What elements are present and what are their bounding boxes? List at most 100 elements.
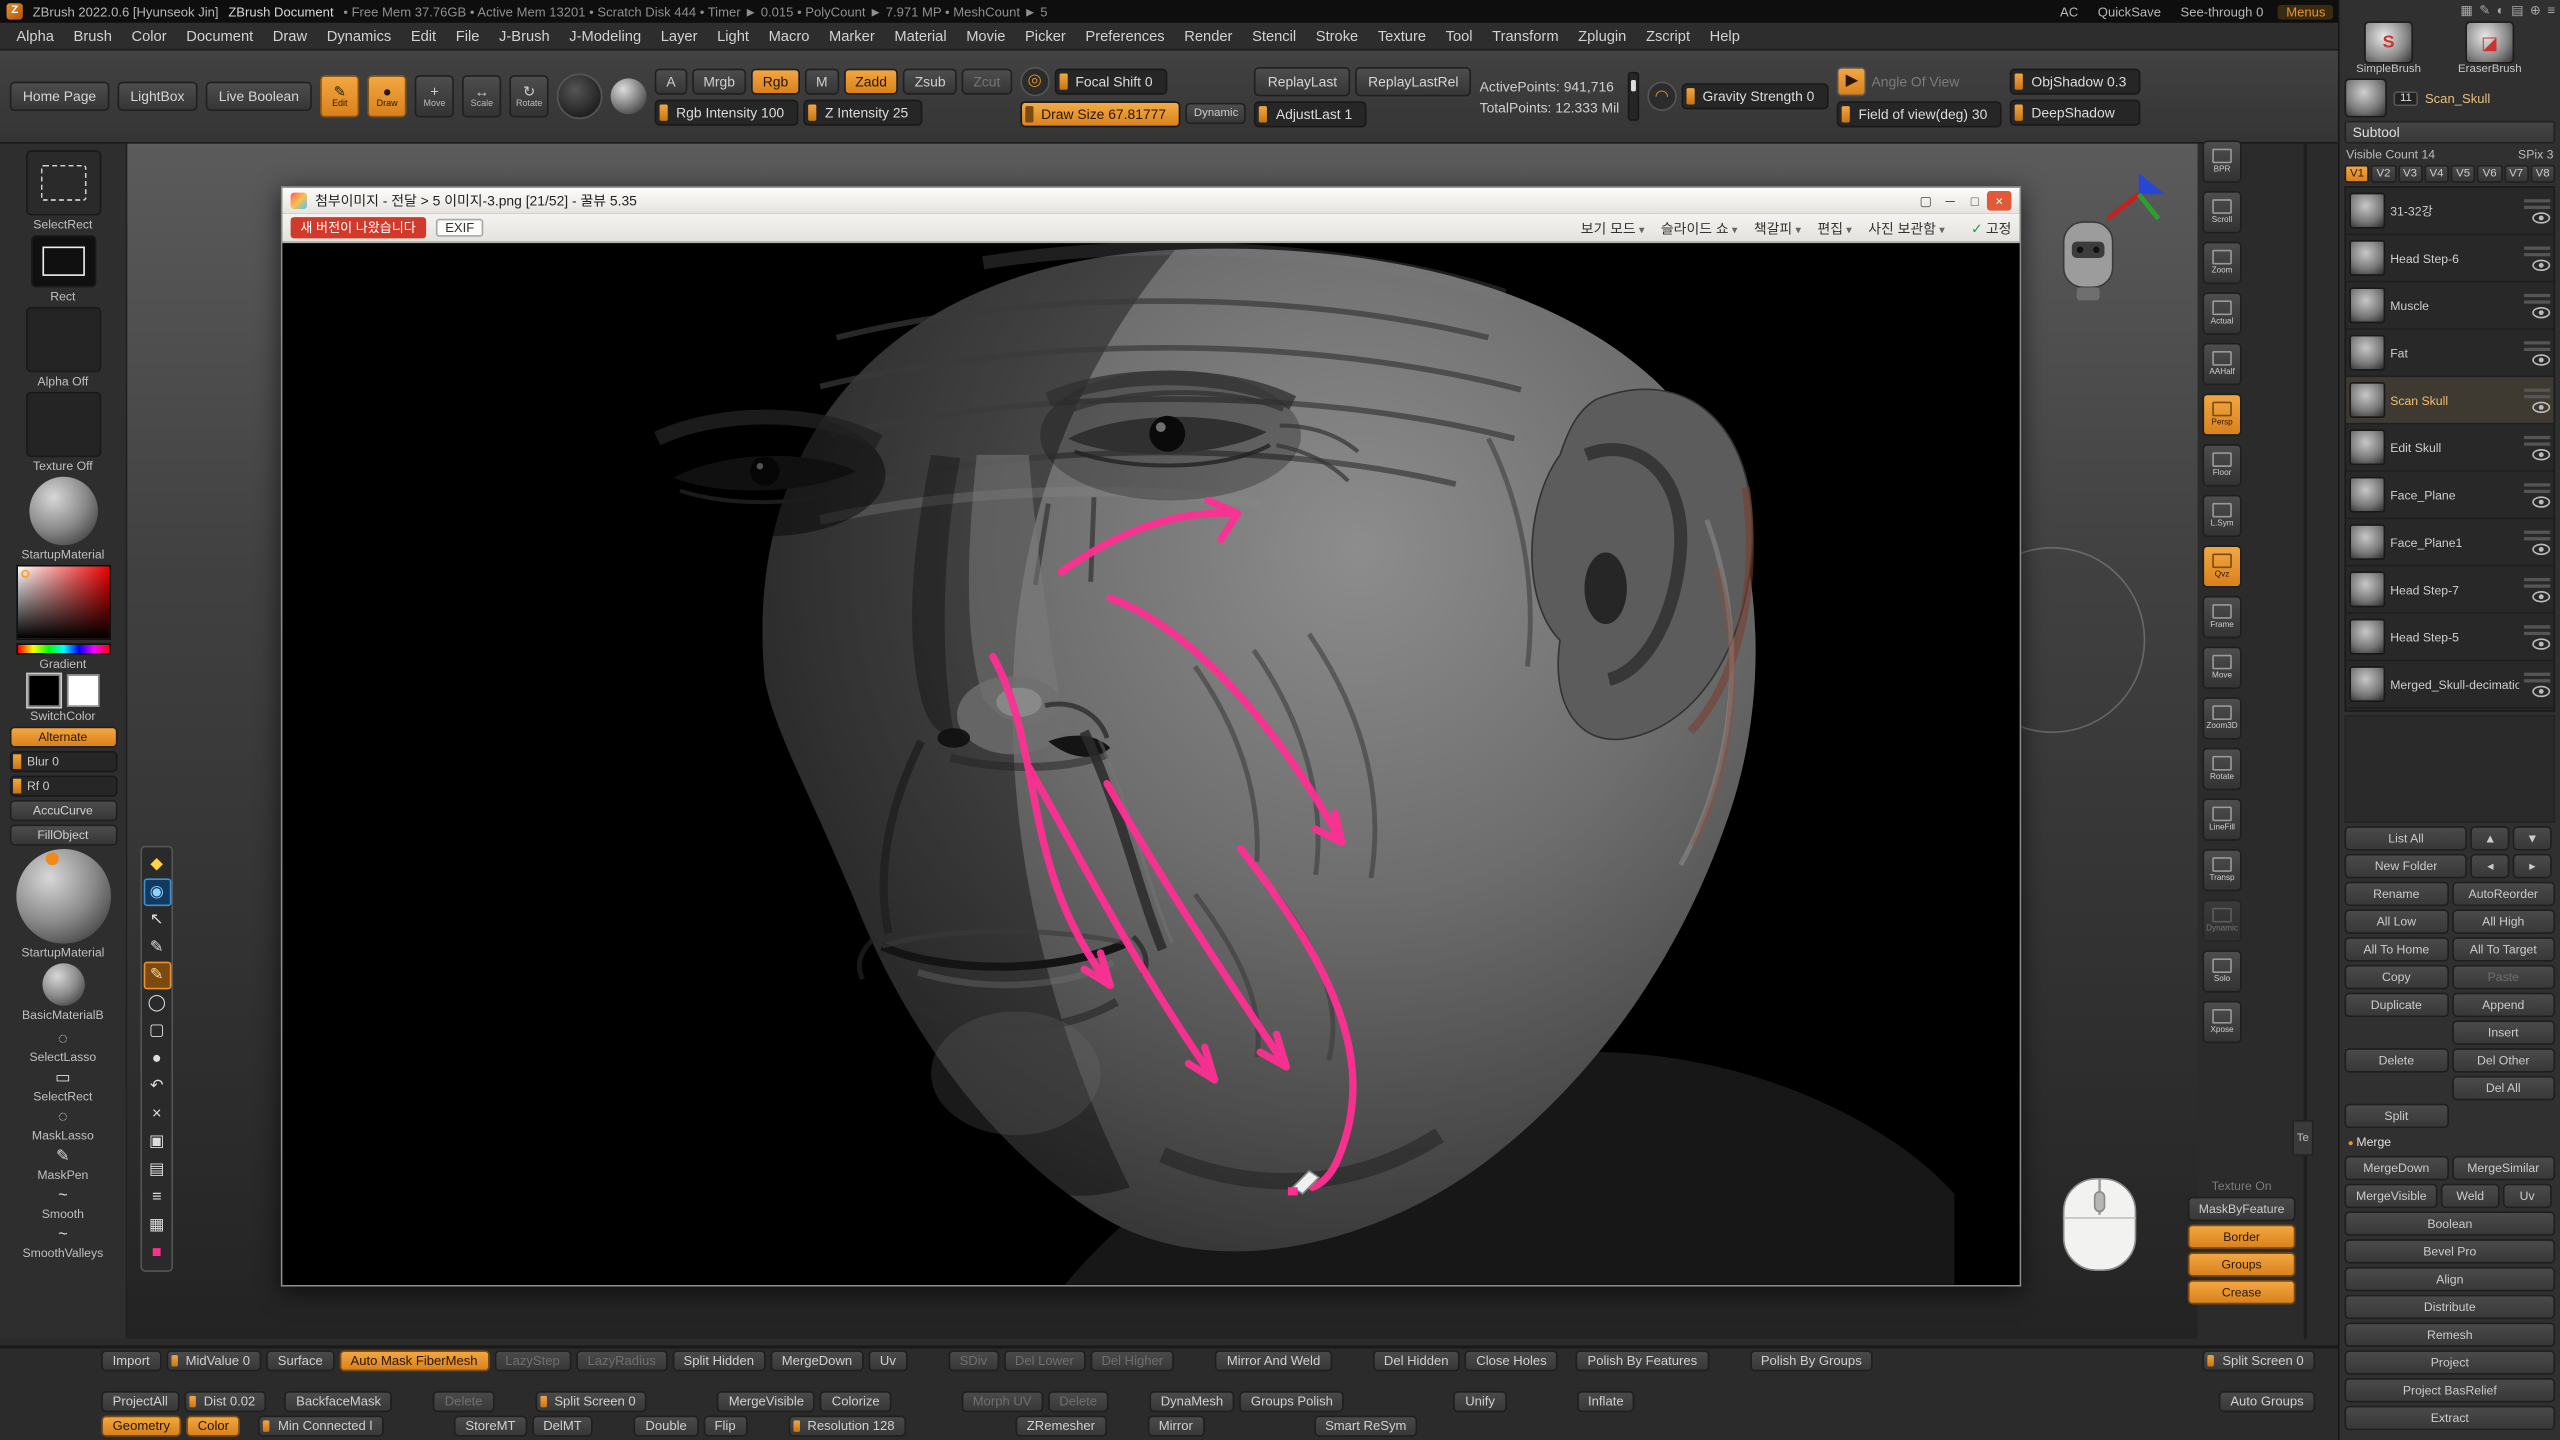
subtool-row[interactable]: Scan Skull	[2346, 377, 2553, 424]
document-canvas[interactable]: 첨부이미지 - 전달 > 5 이미지-3.png [21/52] - 꿀뷰 5.…	[127, 144, 2197, 1339]
visibility-eye-icon[interactable]	[2532, 590, 2550, 601]
slider-thumb[interactable]	[1260, 105, 1268, 121]
menu-item[interactable]: Movie	[956, 28, 1015, 44]
hue-bar[interactable]	[16, 643, 111, 654]
bottom-shelf-button[interactable]: Delete	[433, 1391, 494, 1412]
visibility-eye-icon[interactable]	[2532, 211, 2550, 222]
rotate-button[interactable]: ↻Rotate	[510, 75, 549, 117]
fillobject-button[interactable]: FillObject	[9, 824, 117, 845]
bottom-shelf-button[interactable]: Double	[634, 1416, 698, 1437]
paint-mode-button[interactable]: M	[805, 68, 839, 94]
bottom-shelf-button[interactable]: LazyRadius	[576, 1350, 667, 1371]
annot-tool-icon[interactable]: ▤	[143, 1156, 171, 1184]
bottom-shelf-button[interactable]: SDiv	[948, 1350, 998, 1371]
subtool-tab[interactable]: V2	[2371, 165, 2396, 183]
menu-item[interactable]: Stroke	[1306, 28, 1368, 44]
subtool-slider[interactable]	[2524, 347, 2550, 350]
quicksave-button[interactable]: QuickSave	[2093, 4, 2166, 19]
menu-item[interactable]: Stencil	[1242, 28, 1306, 44]
bottom-shelf-button[interactable]: Geometry	[101, 1416, 181, 1437]
visibility-eye-icon[interactable]	[2532, 496, 2550, 507]
blur-slider[interactable]: Blur 0	[9, 751, 117, 772]
annot-tool-icon[interactable]: ≡	[143, 1184, 171, 1212]
adjust-last-slider[interactable]: AdjustLast 1	[1255, 100, 1367, 126]
subtool-tab[interactable]: V3	[2398, 165, 2423, 183]
bottom-shelf-button[interactable]: Close Holes	[1465, 1350, 1558, 1371]
texture-tray-tab[interactable]: Te	[2292, 1120, 2313, 1156]
material-sphere-icon[interactable]	[611, 78, 647, 114]
tool-panel-button[interactable]: Del All	[2451, 1076, 2555, 1100]
tool-panel-button[interactable]: New Folder	[2344, 854, 2467, 878]
bottom-shelf-button[interactable]: BackfaceMask	[285, 1391, 393, 1412]
menu-item[interactable]: Material	[885, 28, 957, 44]
right-shelf-button[interactable]: Actual	[2202, 292, 2241, 334]
menu-item[interactable]: Preferences	[1076, 28, 1175, 44]
right-shelf-button[interactable]: LineFill	[2202, 798, 2241, 840]
subtool-tab[interactable]: V5	[2451, 165, 2476, 183]
lightbox-button[interactable]: LightBox	[117, 82, 197, 111]
z-intensity-slider[interactable]: Z Intensity 25	[804, 99, 923, 125]
right-shelf-button[interactable]: AAHalf	[2202, 343, 2241, 385]
material-picker[interactable]	[29, 477, 98, 546]
home-page-button[interactable]: Home Page	[10, 82, 109, 111]
slider-thumb[interactable]	[2015, 73, 2023, 89]
paint-mode-button[interactable]: Mrgb	[692, 68, 746, 94]
bottom-shelf-button[interactable]: Dist 0.02	[184, 1391, 267, 1412]
tool-panel-button[interactable]: Split	[2344, 1104, 2448, 1128]
tool-panel-button[interactable]: List All	[2344, 826, 2467, 850]
quick-brush-item[interactable]: ◌ MaskLasso	[22, 1109, 103, 1143]
bottom-shelf-button[interactable]: Min Connected l	[258, 1416, 383, 1437]
tool-panel-button[interactable]: Delete	[2344, 1048, 2448, 1072]
tool-panel-button[interactable]: Rename	[2344, 882, 2448, 906]
tool-panel-button[interactable]: ▲	[2471, 826, 2510, 850]
visibility-eye-icon[interactable]	[2532, 543, 2550, 554]
subtool-slider[interactable]	[2524, 293, 2550, 296]
subtool-tab[interactable]: V6	[2477, 165, 2502, 183]
tool-panel-button[interactable]: MergeDown	[2344, 1156, 2448, 1180]
menu-item[interactable]: Alpha	[7, 28, 64, 44]
viewer-window-control[interactable]: ▢	[1913, 191, 1937, 211]
menu-item[interactable]: Texture	[1368, 28, 1436, 44]
bottom-shelf-button[interactable]: ProjectAll	[101, 1391, 179, 1412]
quick-brush-item[interactable]: ~ SmoothValleys	[22, 1226, 103, 1260]
menu-item[interactable]: Edit	[401, 28, 446, 44]
palette-icon[interactable]: ▦	[2460, 3, 2472, 18]
subtool-slider[interactable]	[2524, 536, 2550, 539]
slider-thumb[interactable]	[1025, 105, 1033, 121]
brush-preview[interactable]	[557, 73, 603, 119]
bottom-shelf-button[interactable]: Split Screen 0	[2203, 1350, 2315, 1371]
bottom-shelf-button[interactable]: Del Higher	[1090, 1350, 1175, 1371]
subtool-slider[interactable]	[2524, 442, 2550, 445]
basic-material-sphere[interactable]	[42, 963, 84, 1005]
replay-last-button[interactable]: ReplayLast	[1255, 66, 1351, 95]
menu-item[interactable]: Draw	[263, 28, 317, 44]
tool-panel-button[interactable]: Remesh	[2344, 1322, 2555, 1346]
subtool-slider[interactable]	[2524, 340, 2550, 343]
bottom-shelf-button[interactable]: Del Lower	[1003, 1350, 1085, 1371]
alternate-button[interactable]: Alternate	[9, 727, 117, 748]
current-material-sphere[interactable]	[16, 849, 111, 944]
tool-panel-button[interactable]: Append	[2451, 993, 2555, 1017]
subtool-slider[interactable]	[2524, 577, 2550, 580]
bottom-shelf-button[interactable]: Smart ReSym	[1314, 1416, 1418, 1437]
scale-button[interactable]: ↔Scale	[462, 75, 501, 117]
bottom-shelf-button[interactable]: Surface	[266, 1350, 334, 1371]
bottom-shelf-button[interactable]: Import	[101, 1350, 161, 1371]
tool-panel-button[interactable]: ◂	[2471, 854, 2510, 878]
panel-divider[interactable]	[2304, 144, 2307, 1339]
visibility-eye-icon[interactable]	[2532, 448, 2550, 459]
palette-icon[interactable]: ✎	[2479, 3, 2490, 18]
bottom-shelf-button[interactable]: StoreMT	[454, 1416, 527, 1437]
stroke-type[interactable]	[30, 235, 95, 287]
visibility-eye-icon[interactable]	[2532, 401, 2550, 412]
slider-thumb[interactable]	[12, 779, 20, 794]
bottom-shelf-button[interactable]: Del Hidden	[1372, 1350, 1459, 1371]
tool-panel-button[interactable]: MergeSimilar	[2451, 1156, 2555, 1180]
menu-item[interactable]: Dynamics	[317, 28, 401, 44]
bottom-shelf-button[interactable]: Unify	[1454, 1391, 1507, 1412]
texture-picker[interactable]	[25, 392, 100, 457]
right-shelf-button[interactable]: Frame	[2202, 596, 2241, 638]
gravity-strength-slider[interactable]: Gravity Strength 0	[1681, 83, 1829, 109]
focal-shift-slider[interactable]: Focal Shift 0	[1054, 68, 1167, 94]
menu-item[interactable]: Light	[707, 28, 758, 44]
